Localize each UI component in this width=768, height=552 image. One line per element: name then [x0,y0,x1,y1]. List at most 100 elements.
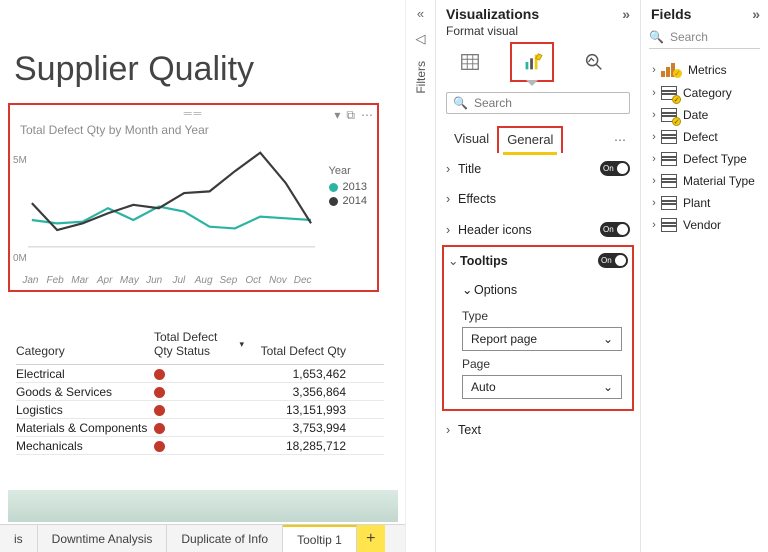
section-label: Tooltips [460,254,508,268]
line-chart-visual[interactable]: ══ ▾ ⧉ ⋯ Total Defect Qty by Month and Y… [8,103,379,292]
search-placeholder: Search [670,30,708,44]
app-root: Supplier Quality ══ ▾ ⧉ ⋯ Total Defect Q… [0,0,768,552]
title-toggle[interactable]: On [600,161,630,176]
tooltip-page-select[interactable]: Auto ⌄ [462,375,622,399]
section-header-icons[interactable]: › Header icons On [436,214,640,245]
chevron-right-icon: › [649,87,659,99]
category-table[interactable]: Category Total Defect Qty Status▾ Total … [16,330,384,455]
chart-plot-area: 5M 0M [18,140,315,268]
chevron-down-icon: ⌄ [603,332,613,346]
field-label: Category [683,86,732,100]
col-status[interactable]: Total Defect Qty Status▾ [154,330,244,358]
section-tooltips[interactable]: ⌄ Tooltips On [444,247,632,274]
visualizations-pane: Visualizations » Format visual 🔍 Search … [435,0,640,552]
filters-pane-collapsed[interactable]: « ◁ Filters [405,0,435,552]
format-search-input[interactable]: 🔍 Search [446,92,630,114]
page-title: Supplier Quality [14,50,254,89]
field-label: Plant [683,196,710,210]
section-title[interactable]: › Title On [436,153,640,184]
table-row[interactable]: Goods & Services3,356,864 [16,383,384,401]
fields-pane: Fields » 🔍 Search ›✓Metrics›✓Category›✓D… [640,0,768,552]
chevron-right-icon: › [649,197,659,209]
col-category[interactable]: Category [16,344,154,358]
field-defect-type[interactable]: › Defect Type [645,148,764,170]
chevron-right-icon: › [649,175,659,187]
page-tab-duplicate[interactable]: Duplicate of Info [167,525,283,552]
col-qty[interactable]: Total Defect Qty [244,344,354,358]
search-placeholder: Search [474,96,512,110]
status-dot [154,387,165,398]
headericons-toggle[interactable]: On [600,222,630,237]
viz-pane-subtitle: Format visual [436,24,640,42]
select-value: Report page [471,332,537,346]
expand-icon[interactable]: » [752,6,760,22]
viz-mode-switch [436,42,640,88]
legend-swatch-2013 [329,183,338,192]
chevron-down-icon: ⌄ [603,380,613,394]
page-tab-tooltip1[interactable]: Tooltip 1 [283,525,357,552]
table-icon: ✓ [661,86,677,100]
page-tabs: is Downtime Analysis Duplicate of Info T… [0,524,405,552]
table-row[interactable]: Materials & Components3,753,994 [16,419,384,437]
fields-search-input[interactable]: 🔍 Search [649,28,760,49]
field-plant[interactable]: › Plant [645,192,764,214]
field-date[interactable]: ›✓Date [645,104,764,126]
field-label: Vendor [683,218,721,232]
add-page-button[interactable]: + [357,525,385,552]
page-tab[interactable]: is [0,525,38,552]
report-canvas[interactable]: Supplier Quality ══ ▾ ⧉ ⋯ Total Defect Q… [0,0,405,552]
chevron-right-icon: › [649,64,659,76]
select-value: Auto [471,380,496,394]
field-label: Defect Type [683,152,747,166]
table-header: Category Total Defect Qty Status▾ Total … [16,330,384,365]
chevron-right-icon: › [446,423,458,437]
status-dot [154,369,165,380]
field-label: Metrics [688,63,727,77]
tab-general[interactable]: General [497,126,563,153]
collapse-icon[interactable]: « [417,6,424,21]
checked-badge-icon: ✓ [673,69,682,78]
section-tooltips-group: ⌄ Tooltips On ⌄Options Type Report page … [442,245,634,411]
section-label: Text [458,423,481,437]
table-icon [661,196,677,210]
table-icon [661,130,677,144]
expand-icon[interactable]: » [622,6,630,22]
status-dot [154,405,165,416]
chevron-right-icon: › [649,219,659,231]
tab-visual[interactable]: Visual [446,127,497,152]
drag-handle-icon[interactable]: ══ [184,108,204,120]
field-vendor[interactable]: › Vendor [645,214,764,236]
table-icon [661,218,677,232]
chevron-right-icon: › [649,153,659,165]
field-label: Material Type [683,174,755,188]
table-row[interactable]: Mechanicals18,285,712 [16,437,384,455]
more-options-icon[interactable]: ⋯ [361,108,373,123]
field-material-type[interactable]: › Material Type [645,170,764,192]
field-defect[interactable]: ›Defect [645,126,764,148]
bookmark-icon[interactable]: ◁ [416,31,426,47]
format-visual-mode[interactable] [512,44,552,80]
checked-badge-icon: ✓ [672,95,681,104]
field-metrics[interactable]: › ✓ Metrics [645,57,764,82]
checked-badge-icon: ✓ [672,117,681,126]
filter-icon[interactable]: ▾ [334,108,340,123]
table-row[interactable]: Electrical1,653,462 [16,365,384,383]
chevron-right-icon: › [446,162,458,176]
build-visual-mode[interactable] [450,44,490,80]
filters-label: Filters [414,61,428,94]
table-row[interactable]: Logistics13,151,993 [16,401,384,419]
chart-legend: Year 2013 2014 [329,165,367,209]
fields-list: ›✓Metrics›✓Category›✓Date›Defect›Defect … [641,57,768,236]
page-tab-downtime[interactable]: Downtime Analysis [38,525,168,552]
map-visual[interactable] [8,490,398,522]
focus-mode-icon[interactable]: ⧉ [346,108,355,123]
analytics-mode[interactable] [574,44,614,80]
tooltips-options-header[interactable]: ⌄Options [462,278,622,303]
tooltips-toggle[interactable]: On [598,253,628,268]
tooltip-type-select[interactable]: Report page ⌄ [462,327,622,351]
field-category[interactable]: ›✓Category [645,82,764,104]
tabs-more-icon[interactable]: ⋯ [614,133,630,147]
section-label: Title [458,162,481,176]
section-effects[interactable]: › Effects [436,184,640,214]
section-text[interactable]: › Text [436,415,640,445]
